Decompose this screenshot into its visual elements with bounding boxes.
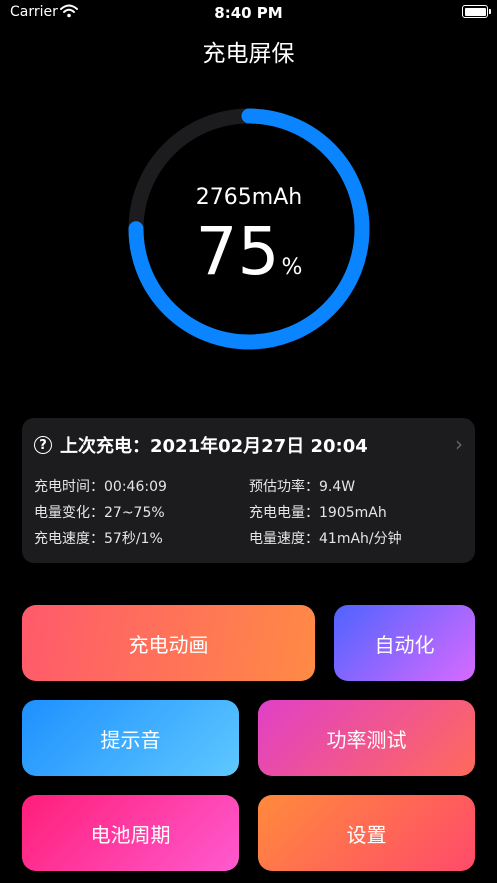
stat-charge-speed: 充电速度：57秒/1% xyxy=(34,531,163,547)
status-bar: Carrier 8:40 PM xyxy=(0,0,497,26)
charge-animation-button[interactable]: 充电动画 xyxy=(22,605,315,681)
automation-button[interactable]: 自动化 xyxy=(334,605,475,681)
last-charge-title: 上次充电：2021年02月27日 20:04 xyxy=(60,436,368,457)
stat-level-change: 电量变化：27~75% xyxy=(34,505,165,521)
stat-charge-time: 充电时间：00:46:09 xyxy=(34,479,167,495)
battery-capacity: 2765mAh xyxy=(195,185,303,210)
percent-value: 75 xyxy=(195,213,280,290)
settings-button[interactable]: 设置 xyxy=(258,795,475,871)
battery-fill xyxy=(464,7,486,16)
battery-cycle-button[interactable]: 电池周期 xyxy=(22,795,239,871)
last-charge-card[interactable]: ? 上次充电：2021年02月27日 20:04 › 充电时间：00:46:09… xyxy=(22,418,475,563)
alert-sound-button[interactable]: 提示音 xyxy=(22,700,239,776)
charge-gauge: 2765mAh 75% xyxy=(123,103,375,355)
question-circle-icon[interactable]: ? xyxy=(34,436,52,454)
battery-percent: 75% xyxy=(123,213,375,290)
stat-est-power: 预估功率：9.4W xyxy=(249,479,356,495)
page-title: 充电屏保 xyxy=(202,41,295,67)
stat-capacity-speed: 电量速度：41mAh/分钟 xyxy=(249,531,402,547)
status-time: 8:40 PM xyxy=(214,4,283,22)
percent-sign: % xyxy=(281,255,303,280)
battery-icon xyxy=(462,5,491,18)
chevron-right-icon[interactable]: › xyxy=(455,432,463,456)
stat-charged-amount: 充电电量：1905mAh xyxy=(249,505,387,521)
power-test-button[interactable]: 功率测试 xyxy=(258,700,475,776)
last-charge-header: ? 上次充电：2021年02月27日 20:04 xyxy=(34,432,368,458)
